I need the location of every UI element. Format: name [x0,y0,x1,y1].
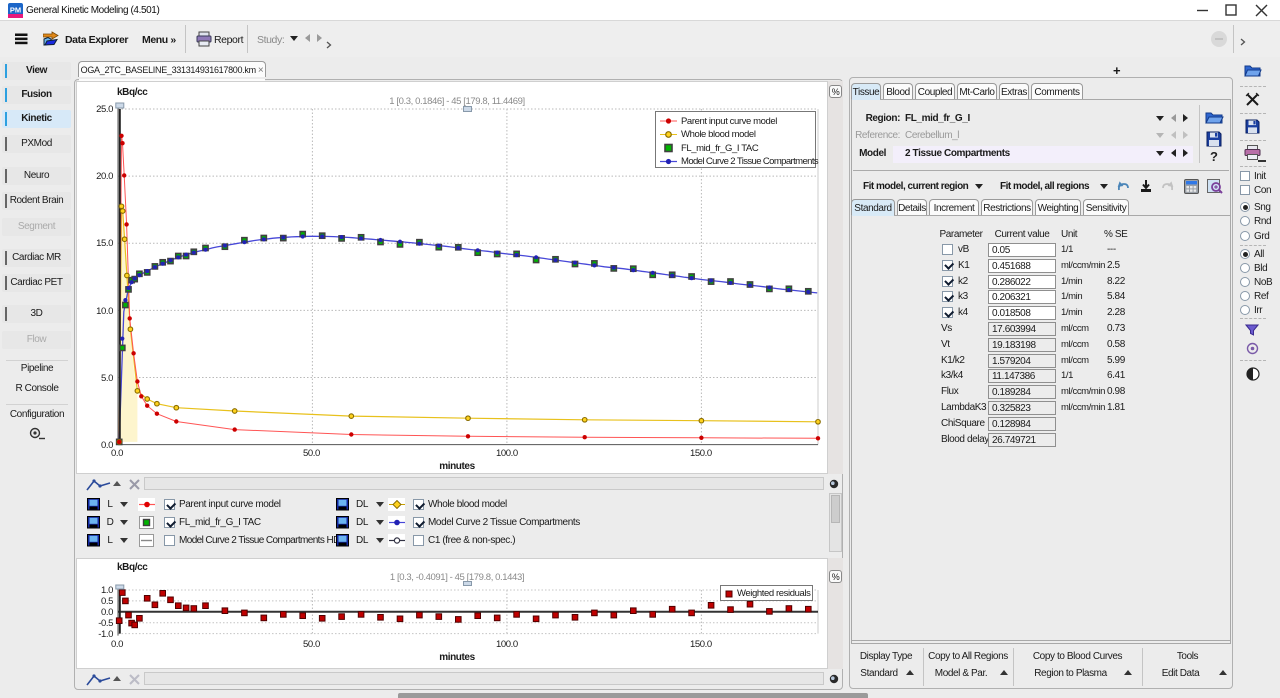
svg-text:PM: PM [10,6,21,15]
